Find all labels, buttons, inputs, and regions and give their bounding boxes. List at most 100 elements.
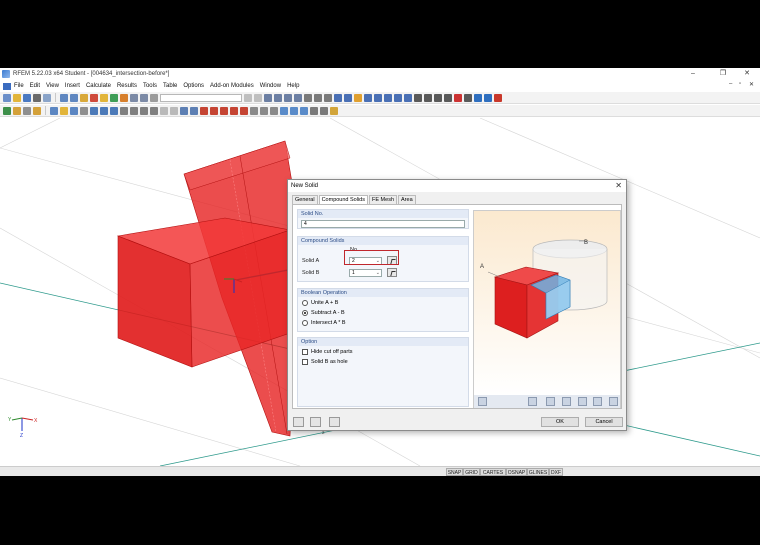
next-icon[interactable] — [254, 93, 262, 102]
surface-load-icon[interactable] — [230, 106, 238, 115]
dimension-icon[interactable] — [100, 106, 108, 115]
undo-icon[interactable] — [60, 93, 68, 102]
snap-icon[interactable] — [23, 106, 31, 115]
menu-file[interactable]: File — [14, 83, 24, 89]
hinge-icon[interactable] — [90, 106, 98, 115]
surface-icon[interactable] — [50, 106, 58, 115]
divide-icon[interactable] — [160, 106, 168, 115]
menu-view[interactable]: View — [46, 83, 59, 89]
line-icon[interactable] — [13, 106, 21, 115]
view-x-icon[interactable] — [546, 397, 555, 406]
edit-icon[interactable] — [80, 93, 88, 102]
snap-toggle[interactable]: SNAP — [446, 468, 463, 476]
menu-insert[interactable]: Insert — [65, 83, 80, 89]
tab-area[interactable]: Area — [398, 195, 416, 204]
prev-icon[interactable] — [244, 93, 252, 102]
connect-icon[interactable] — [170, 106, 178, 115]
menu-tools[interactable]: Tools — [143, 83, 157, 89]
subtract-radio[interactable] — [302, 310, 308, 316]
view-z-icon[interactable] — [374, 93, 382, 102]
navigator-icon[interactable] — [150, 93, 158, 102]
open-folder-icon[interactable] — [13, 93, 21, 102]
zoom-all-icon[interactable] — [294, 93, 302, 102]
mdi-restore-button[interactable]: ▫ — [739, 81, 741, 87]
unite-radio[interactable] — [302, 300, 308, 306]
preview-info-icon[interactable] — [478, 397, 487, 406]
render-mode-icon[interactable] — [593, 397, 602, 406]
view-icon[interactable] — [264, 93, 272, 102]
solid-load-icon[interactable] — [240, 106, 248, 115]
zoom-window-icon[interactable] — [284, 93, 292, 102]
view-x-icon[interactable] — [344, 93, 352, 102]
redo-icon[interactable] — [70, 93, 78, 102]
panel-icon[interactable] — [140, 93, 148, 102]
menu-options[interactable]: Options — [183, 83, 204, 89]
mirror-icon[interactable] — [140, 106, 148, 115]
perspective-icon[interactable] — [404, 93, 412, 102]
zoom-icon[interactable] — [274, 93, 282, 102]
values-icon[interactable] — [310, 106, 318, 115]
cancel-button[interactable]: Cancel — [585, 417, 623, 427]
dialog-close-button[interactable]: ✕ — [615, 180, 622, 192]
solid-icon[interactable] — [60, 106, 68, 115]
result-view-icon[interactable] — [280, 106, 288, 115]
tab-compound-solids[interactable]: Compound Solids — [318, 195, 368, 204]
pick-button-icon[interactable] — [329, 417, 340, 427]
menu-edit[interactable]: Edit — [30, 83, 40, 89]
view-active-icon[interactable] — [354, 93, 362, 102]
solid-b-select[interactable]: 1 ⌄ — [349, 269, 382, 277]
menu-results[interactable]: Results — [117, 83, 137, 89]
visibility-icon[interactable] — [444, 93, 452, 102]
view-y-icon[interactable] — [562, 397, 571, 406]
tab-general[interactable]: General — [292, 195, 318, 204]
menu-window[interactable]: Window — [260, 83, 281, 89]
node-icon[interactable] — [3, 106, 11, 115]
menu-calculate[interactable]: Calculate — [86, 83, 111, 89]
grid-icon[interactable] — [250, 106, 258, 115]
check-icon[interactable] — [110, 93, 118, 102]
intersect-radio[interactable] — [302, 320, 308, 326]
delete-icon[interactable] — [454, 93, 462, 102]
filter-icon[interactable] — [434, 93, 442, 102]
results-icon[interactable] — [100, 93, 108, 102]
isolines-icon[interactable] — [320, 106, 328, 115]
scale-icon[interactable] — [150, 106, 158, 115]
view-bottom-icon[interactable] — [394, 93, 402, 102]
osnap-toggle[interactable]: OSNAP — [506, 468, 527, 476]
refine-icon[interactable] — [190, 106, 198, 115]
mesh-icon[interactable] — [180, 106, 188, 115]
move-icon[interactable] — [120, 106, 128, 115]
zoom-icon[interactable] — [609, 397, 618, 406]
select-icon[interactable] — [424, 93, 432, 102]
cs-icon[interactable] — [270, 106, 278, 115]
mdi-minimize-button[interactable]: – — [729, 81, 732, 87]
loads-icon[interactable] — [494, 93, 502, 102]
section-icon[interactable] — [324, 93, 332, 102]
print-report-icon[interactable] — [43, 93, 51, 102]
maximize-button[interactable]: ❐ — [711, 68, 735, 80]
measure-icon[interactable] — [414, 93, 422, 102]
info-icon[interactable] — [464, 93, 472, 102]
glines-toggle[interactable]: GLINES — [527, 468, 549, 476]
view-iso-icon[interactable] — [334, 93, 342, 102]
nodal-load-icon[interactable] — [210, 106, 218, 115]
deformation-icon[interactable] — [290, 106, 298, 115]
pick-solid-b-button[interactable] — [387, 268, 397, 277]
member-load-icon[interactable] — [220, 106, 228, 115]
print-icon[interactable] — [33, 93, 41, 102]
display-icon[interactable] — [484, 93, 492, 102]
calculate-icon[interactable] — [90, 93, 98, 102]
wireframe-icon[interactable] — [314, 93, 322, 102]
member-icon[interactable] — [33, 106, 41, 115]
close-window-button[interactable]: ✕ — [735, 68, 759, 80]
solid-no-input[interactable]: 4 — [301, 220, 465, 228]
load-case-select[interactable] — [160, 93, 242, 102]
minimize-button[interactable]: – — [681, 68, 705, 80]
grid-toggle[interactable]: GRID — [463, 468, 480, 476]
view-top-icon[interactable] — [384, 93, 392, 102]
mdi-close-button[interactable]: ✕ — [749, 81, 754, 88]
report-icon[interactable] — [330, 106, 338, 115]
table-button-icon[interactable] — [310, 417, 321, 427]
support-icon[interactable] — [80, 106, 88, 115]
view-y-icon[interactable] — [364, 93, 372, 102]
